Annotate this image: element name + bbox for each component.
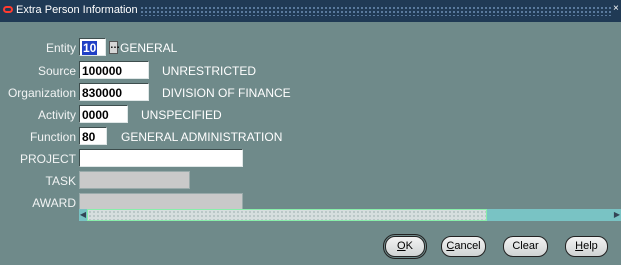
organization-description: DIVISION OF FINANCE <box>162 86 291 100</box>
source-label: Source <box>37 64 76 78</box>
organization-field[interactable]: 830000 <box>79 83 149 101</box>
source-field[interactable]: 100000 <box>79 61 149 79</box>
task-label: TASK <box>45 174 76 188</box>
function-description: GENERAL ADMINISTRATION <box>121 130 283 144</box>
activity-field[interactable]: 0000 <box>79 105 128 123</box>
entity-field[interactable]: 10 <box>79 38 106 56</box>
function-field[interactable]: 80 <box>79 127 107 145</box>
project-field[interactable] <box>79 149 243 167</box>
entity-description: GENERAL <box>120 41 178 55</box>
task-field <box>79 171 190 189</box>
help-button[interactable]: Help <box>565 236 608 257</box>
entity-value: 10 <box>82 41 98 55</box>
list-of-values-icon[interactable]: … <box>109 41 120 54</box>
organization-label: Organization <box>7 86 76 100</box>
clear-button[interactable]: Clear <box>503 236 548 257</box>
entity-label: Entity <box>45 41 76 55</box>
scroll-right-arrow-icon[interactable]: ▶ <box>613 209 621 221</box>
ok-button[interactable]: OK <box>383 234 427 259</box>
horizontal-scrollbar[interactable]: ◀ ▶ <box>79 209 621 221</box>
source-description: UNRESTRICTED <box>162 64 257 78</box>
scroll-left-arrow-icon[interactable]: ◀ <box>79 209 87 221</box>
award-label: AWARD <box>32 196 76 210</box>
scroll-thumb[interactable] <box>87 209 487 221</box>
extra-person-information-window: Extra Person Information × Entity 10 … G… <box>0 0 621 265</box>
title-bar[interactable]: Extra Person Information × <box>0 0 621 22</box>
activity-label: Activity <box>37 108 76 122</box>
function-label: Function <box>29 130 76 144</box>
activity-description: UNSPECIFIED <box>141 108 222 122</box>
window-title: Extra Person Information <box>16 4 138 16</box>
oracle-icon <box>3 6 13 13</box>
close-icon[interactable]: × <box>613 4 621 14</box>
title-bar-texture <box>140 6 611 16</box>
project-label: PROJECT <box>19 152 76 166</box>
cancel-button[interactable]: Cancel <box>441 236 486 257</box>
